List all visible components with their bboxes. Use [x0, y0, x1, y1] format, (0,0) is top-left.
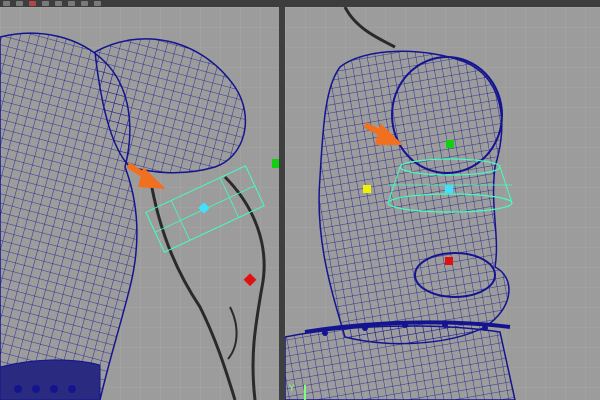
tool-button[interactable]: [81, 1, 88, 6]
belt-wireframe: [285, 325, 516, 400]
belt-stud: [68, 385, 76, 393]
maya-modeling-window: Y: [0, 0, 600, 400]
joint-green[interactable]: [272, 159, 279, 168]
tool-button[interactable]: [94, 1, 101, 6]
tool-button[interactable]: [3, 1, 10, 6]
top-toolbar: [0, 0, 600, 7]
belt-stud: [32, 385, 40, 393]
joint-green[interactable]: [446, 140, 454, 148]
axis-label: Y: [289, 384, 295, 394]
tool-button[interactable]: [42, 1, 49, 6]
pivot-cyan[interactable]: [445, 185, 453, 193]
belt-stud: [402, 322, 408, 328]
belt-stud: [322, 330, 328, 336]
belt-wireframe: [0, 359, 101, 400]
tool-button[interactable]: [55, 1, 62, 6]
perspective-viewport[interactable]: [0, 7, 279, 400]
belt-stud: [362, 325, 368, 331]
tool-button[interactable]: [29, 1, 36, 6]
viewport-canvas[interactable]: [0, 7, 279, 400]
arm-side-wireframe[interactable]: [318, 50, 510, 345]
belt-stud: [482, 325, 488, 331]
belt-stud: [50, 385, 58, 393]
side-viewport[interactable]: Y: [285, 7, 600, 400]
tool-button[interactable]: [16, 1, 23, 6]
belt-stud: [14, 385, 22, 393]
tool-button[interactable]: [68, 1, 75, 6]
joint-red[interactable]: [445, 257, 453, 265]
belt-stud: [442, 322, 448, 328]
viewport-canvas[interactable]: [285, 7, 600, 400]
joint-yellow[interactable]: [363, 185, 371, 193]
